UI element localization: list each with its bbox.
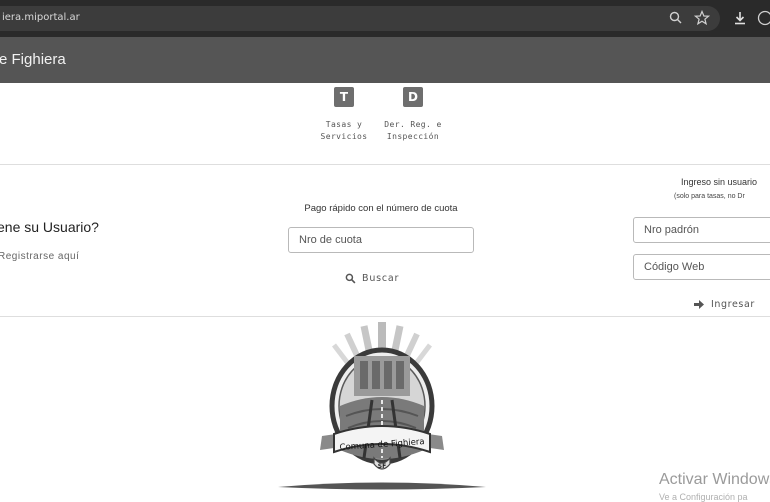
emblem-initials: SF	[378, 463, 386, 470]
register-link[interactable]: Registrarse aquí	[0, 251, 79, 262]
address-bar[interactable]: iera.miportal.ar	[0, 6, 720, 31]
windows-activation-subtitle: Ve a Configuración pa	[659, 492, 748, 502]
quick-link-label-line2: Servicios	[304, 131, 384, 143]
browser-toolbar: iera.miportal.ar	[0, 0, 770, 37]
search-button-label: Buscar	[362, 273, 399, 284]
codigo-web-input[interactable]	[633, 254, 770, 280]
section-divider	[0, 164, 770, 165]
windows-activation-watermark: Activar Windows	[659, 471, 770, 489]
user-question: ene su Usuario?	[0, 219, 99, 235]
quick-link-derecho[interactable]: D Der. Reg. e Inspección	[373, 87, 453, 143]
cuota-input[interactable]	[288, 227, 474, 253]
login-submit-label: Ingresar	[711, 299, 755, 310]
profile-icon[interactable]	[757, 10, 770, 26]
derecho-icon: D	[403, 87, 423, 107]
guest-login-note: (solo para tasas, no Dr	[674, 193, 745, 200]
guest-login-title: Ingreso sin usuario	[681, 177, 757, 187]
search-button[interactable]: Buscar	[345, 269, 399, 287]
padron-input[interactable]	[633, 217, 770, 243]
section-divider	[0, 316, 770, 317]
quick-link-label-line2: Inspección	[373, 131, 453, 143]
quick-pay-label: Pago rápido con el número de cuota	[285, 203, 477, 214]
arrow-right-icon	[694, 300, 704, 309]
bookmark-star-icon[interactable]	[694, 10, 710, 26]
emblem-building	[354, 356, 410, 396]
login-submit-button[interactable]: Ingresar	[694, 296, 755, 312]
quick-link-label-line1: Der. Reg. e	[373, 119, 453, 131]
app-header: e Fighiera	[0, 37, 770, 83]
quick-link-label: Der. Reg. e Inspección	[373, 119, 453, 143]
search-icon	[345, 273, 356, 284]
page-title: e Fighiera	[0, 51, 66, 68]
zoom-icon[interactable]	[668, 10, 684, 26]
quick-link-label-line1: Tasas y	[304, 119, 384, 131]
url-text: iera.miportal.ar	[2, 12, 80, 23]
comuna-emblem: Comuna de Fighiera SF	[264, 318, 500, 500]
quick-link-tasas[interactable]: T Tasas y Servicios	[304, 87, 384, 143]
download-icon[interactable]	[732, 10, 748, 26]
tasas-icon: T	[334, 87, 354, 107]
quick-link-label: Tasas y Servicios	[304, 119, 384, 143]
